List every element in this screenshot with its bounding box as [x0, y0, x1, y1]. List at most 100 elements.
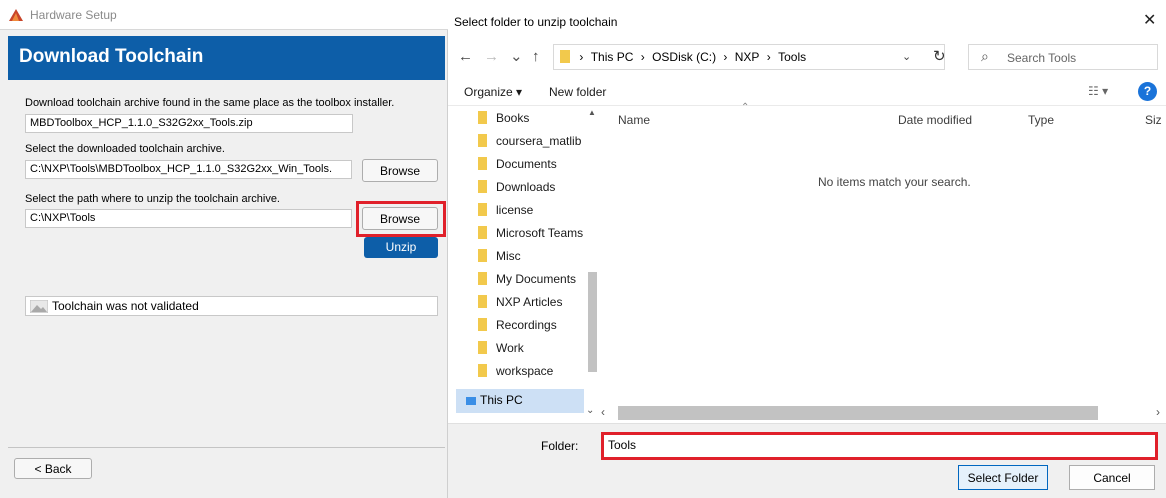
unzip-path-label: Select the path where to unzip the toolc… [25, 193, 280, 205]
scroll-thumb[interactable] [618, 406, 1098, 420]
scroll-up-icon[interactable]: ▲ [588, 108, 596, 117]
folder-icon [478, 364, 487, 377]
nav-item-microsoft-teams[interactable]: Microsoft Teams [478, 226, 583, 246]
chevron-down-icon[interactable]: ⌄ [586, 405, 594, 416]
breadcrumb-nxp[interactable]: NXP [735, 50, 760, 64]
breadcrumb-osdisk[interactable]: OSDisk (C:) [652, 50, 716, 64]
select-folder-button[interactable]: Select Folder [958, 465, 1048, 490]
select-folder-dialog: Select folder to unzip toolchain ✕ ← → ⌄… [448, 0, 1166, 498]
help-icon[interactable]: ? [1138, 82, 1157, 101]
archive-name-field[interactable]: MBDToolbox_HCP_1.1.0_S32G2xx_Tools.zip [25, 114, 353, 133]
toolbar: Organize ▾ New folder ☷ ▾ ? [448, 78, 1166, 106]
close-icon[interactable]: ✕ [1143, 10, 1156, 30]
footer-divider [8, 447, 445, 448]
nav-item-recordings[interactable]: Recordings [478, 318, 557, 338]
folder-icon [478, 134, 487, 147]
nav-item-label: coursera_matlib [496, 134, 582, 148]
hardware-setup-titlebar: Hardware Setup [0, 0, 448, 30]
breadcrumb-separator: › [723, 50, 728, 64]
dialog-footer: Folder: Tools Select Folder Cancel [448, 423, 1166, 498]
folder-icon [478, 180, 487, 193]
nav-item-label: Recordings [496, 318, 557, 332]
column-date-modified[interactable]: Date modified [898, 113, 972, 127]
nav-item-coursera-matlib[interactable]: coursera_matlib [478, 134, 581, 154]
nav-item-label: Books [496, 111, 530, 125]
folder-icon [560, 50, 570, 63]
nav-item-workspace[interactable]: workspace [478, 364, 553, 384]
address-bar: ← → ⌄ ↑ › This PC › OSDisk (C:) › NXP › … [448, 44, 1166, 72]
folder-icon [478, 249, 487, 262]
nav-item-label: This PC [480, 393, 523, 407]
sort-up-icon: ⌃ [741, 102, 750, 113]
back-button[interactable]: < Back [14, 458, 92, 479]
breadcrumb[interactable]: › This PC › OSDisk (C:) › NXP › Tools [553, 44, 945, 70]
folder-icon [478, 272, 487, 285]
nav-item-label: workspace [496, 364, 554, 378]
forward-arrow-icon[interactable]: → [484, 48, 499, 65]
breadcrumb-this-pc[interactable]: This PC [591, 50, 634, 64]
scroll-right-icon[interactable]: › [1156, 405, 1160, 419]
nav-item-license[interactable]: license [478, 203, 533, 223]
empty-message: No items match your search. [818, 175, 971, 189]
folder-input[interactable]: Tools [601, 432, 1158, 460]
cancel-button[interactable]: Cancel [1069, 465, 1155, 490]
nav-item-this-pc[interactable]: This PC [456, 389, 584, 413]
folder-icon [478, 226, 487, 239]
folder-icon [478, 318, 487, 331]
downloaded-archive-path[interactable]: C:\NXP\Tools\MBDToolbox_HCP_1.1.0_S32G2x… [25, 160, 352, 179]
browse-archive-button[interactable]: Browse [362, 159, 438, 182]
file-list: Name ⌃ Date modified Type Siz No items m… [598, 102, 1166, 406]
breadcrumb-separator: › [766, 50, 771, 64]
page-title: Download Toolchain [8, 36, 445, 80]
folder-icon [478, 157, 487, 170]
unzip-button[interactable]: Unzip [364, 237, 438, 258]
nav-item-label: NXP Articles [496, 295, 563, 309]
computer-icon [466, 397, 476, 405]
nav-item-downloads[interactable]: Downloads [478, 180, 555, 200]
nav-item-label: Misc [496, 249, 521, 263]
nav-item-work[interactable]: Work [478, 341, 524, 361]
scroll-thumb[interactable] [588, 272, 597, 372]
breadcrumb-separator: › [579, 50, 584, 64]
image-icon [30, 300, 48, 313]
nav-item-nxp-articles[interactable]: NXP Articles [478, 295, 562, 315]
folder-label: Folder: [541, 439, 579, 453]
search-placeholder: Search Tools [1007, 51, 1077, 65]
breadcrumb-tools[interactable]: Tools [778, 50, 806, 64]
horizontal-scrollbar[interactable]: ‹ › [598, 405, 1166, 421]
back-arrow-icon[interactable]: ← [458, 48, 473, 65]
up-arrow-icon[interactable]: ↑ [532, 48, 540, 65]
chevron-down-icon[interactable]: ⌄ [902, 50, 911, 63]
recent-locations-icon[interactable]: ⌄ [510, 47, 523, 65]
search-icon: ⌕ [981, 48, 989, 64]
new-folder-button[interactable]: New folder [549, 85, 606, 99]
refresh-icon[interactable]: ↻ [933, 47, 946, 65]
folder-icon [478, 295, 487, 308]
column-name[interactable]: Name [618, 113, 650, 127]
column-size[interactable]: Siz [1145, 113, 1162, 127]
dialog-title: Select folder to unzip toolchain [454, 15, 618, 29]
breadcrumb-separator: › [640, 50, 645, 64]
nav-item-label: license [496, 203, 534, 217]
validation-status: Toolchain was not validated [25, 296, 438, 316]
nav-item-books[interactable]: Books [478, 111, 529, 131]
column-type[interactable]: Type [1028, 113, 1054, 127]
download-label: Download toolchain archive found in the … [25, 97, 395, 109]
search-input[interactable]: ⌕ Search Tools [968, 44, 1158, 70]
organize-menu[interactable]: Organize ▾ [464, 85, 522, 99]
hardware-setup-window: Hardware Setup Download Toolchain Downlo… [0, 0, 448, 498]
scroll-left-icon[interactable]: ‹ [601, 405, 605, 419]
unzip-path-field[interactable]: C:\NXP\Tools [25, 209, 352, 228]
validation-status-text: Toolchain was not validated [52, 299, 199, 313]
view-options-icon[interactable]: ☷ ▾ [1088, 84, 1108, 98]
folder-icon [478, 203, 487, 216]
nav-item-misc[interactable]: Misc [478, 249, 521, 269]
nav-scrollbar[interactable]: ▲ ⌄ [585, 106, 598, 421]
folder-icon [478, 111, 487, 124]
nav-item-my-documents[interactable]: My Documents [478, 272, 576, 292]
nav-item-label: My Documents [496, 272, 577, 286]
nav-item-label: Microsoft Teams [496, 226, 584, 240]
browse-highlight [356, 201, 446, 237]
nav-item-label: Work [496, 341, 524, 355]
nav-item-documents[interactable]: Documents [478, 157, 557, 177]
